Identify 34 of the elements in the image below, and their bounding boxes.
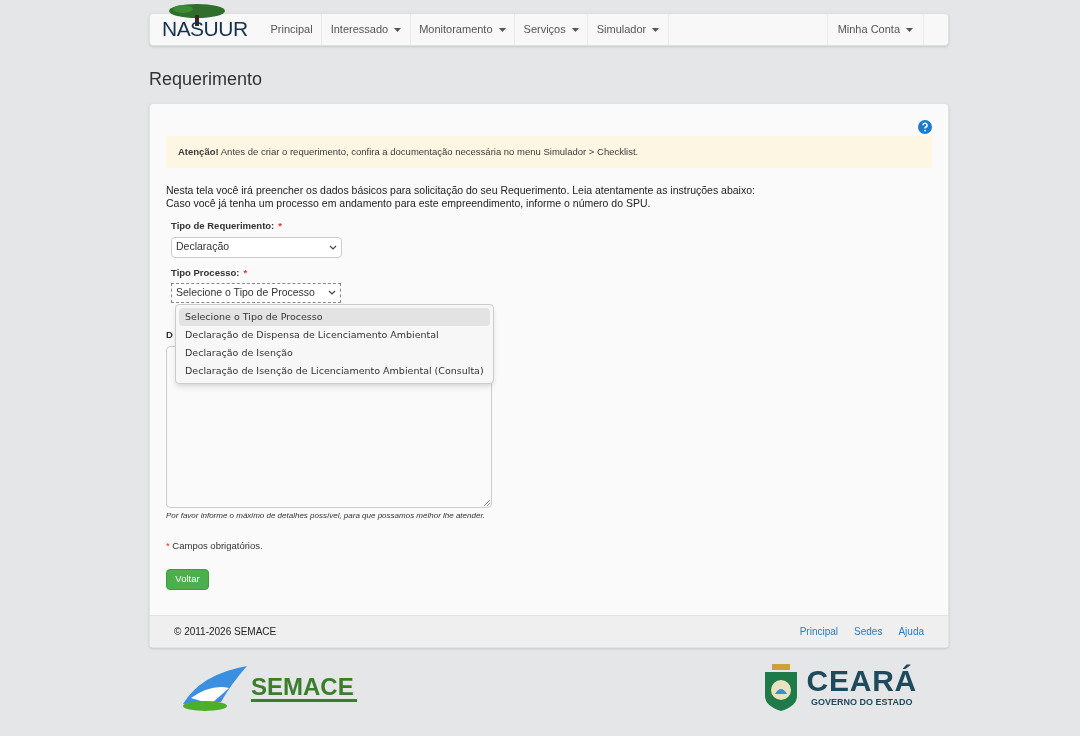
field-label: D — [166, 327, 173, 342]
account-menu[interactable]: Minha Conta — [826, 14, 924, 45]
dropdown-option[interactable]: Declaração de Isenção — [179, 343, 490, 362]
shield-icon — [762, 664, 799, 712]
dropdown-option[interactable]: Selecione o Tipo de Processo — [179, 307, 490, 326]
footer-link[interactable]: Principal — [799, 624, 839, 639]
footer-link[interactable]: Ajuda — [898, 624, 924, 639]
brand-logo[interactable]: NASUUR — [162, 18, 248, 39]
warning-alert: Atenção! Antes de criar o requerimento, confira a documentação necessária no menu Simulador > Checklist. — [166, 136, 932, 169]
nav-item[interactable]: Simulador — [588, 14, 669, 45]
copyright-text: © 2011-2026 SEMACE — [174, 625, 277, 639]
field-label: Tipo Processo: * — [171, 265, 249, 280]
nav-item[interactable]: Serviços — [515, 14, 589, 45]
chevron-icon — [328, 290, 336, 296]
select-field[interactable]: Selecione o Tipo de Processo — [171, 282, 341, 303]
help-text: Por favor informe o máximo de detalhes possível, para que possamos melhor lhe atender. — [166, 509, 486, 522]
nav-item[interactable]: Interessado — [322, 14, 411, 45]
chevron-icon — [329, 244, 337, 250]
instruction-text: Caso você já tenha um processo em andamento para este empreendimento, informe o número do SPU. — [166, 197, 652, 211]
field-label: Tipo de Requerimento: * — [171, 219, 283, 234]
nav-item[interactable]: Principal — [262, 14, 323, 45]
footer-link[interactable]: Sedes — [854, 624, 883, 639]
dropdown-option[interactable]: Declaração de Isenção de Licenciamento Ambiental (Consulta) — [179, 361, 490, 380]
select-field[interactable]: Declaração — [171, 236, 342, 258]
required-note: * Campos obrigatórios. — [166, 538, 264, 553]
nav-item[interactable]: Monitoramento — [410, 14, 516, 45]
page-title: Requerimento — [149, 68, 264, 91]
resize-handle-icon[interactable] — [483, 498, 490, 506]
instruction-text: Nesta tela você irá preencher os dados básicos para solicitação do seu Requerimento. Leia atentamente as instruções abaixo: — [166, 184, 756, 198]
ceara-subtitle: GOVERNO DO ESTADO — [811, 696, 913, 710]
dropdown-option[interactable]: Declaração de Dispensa de Licenciamento Ambiental — [179, 325, 490, 344]
help-icon[interactable] — [918, 120, 932, 134]
semace-logo-text: SEMACE — [251, 674, 355, 699]
ceara-logo-text: CEARÁ — [806, 666, 917, 697]
